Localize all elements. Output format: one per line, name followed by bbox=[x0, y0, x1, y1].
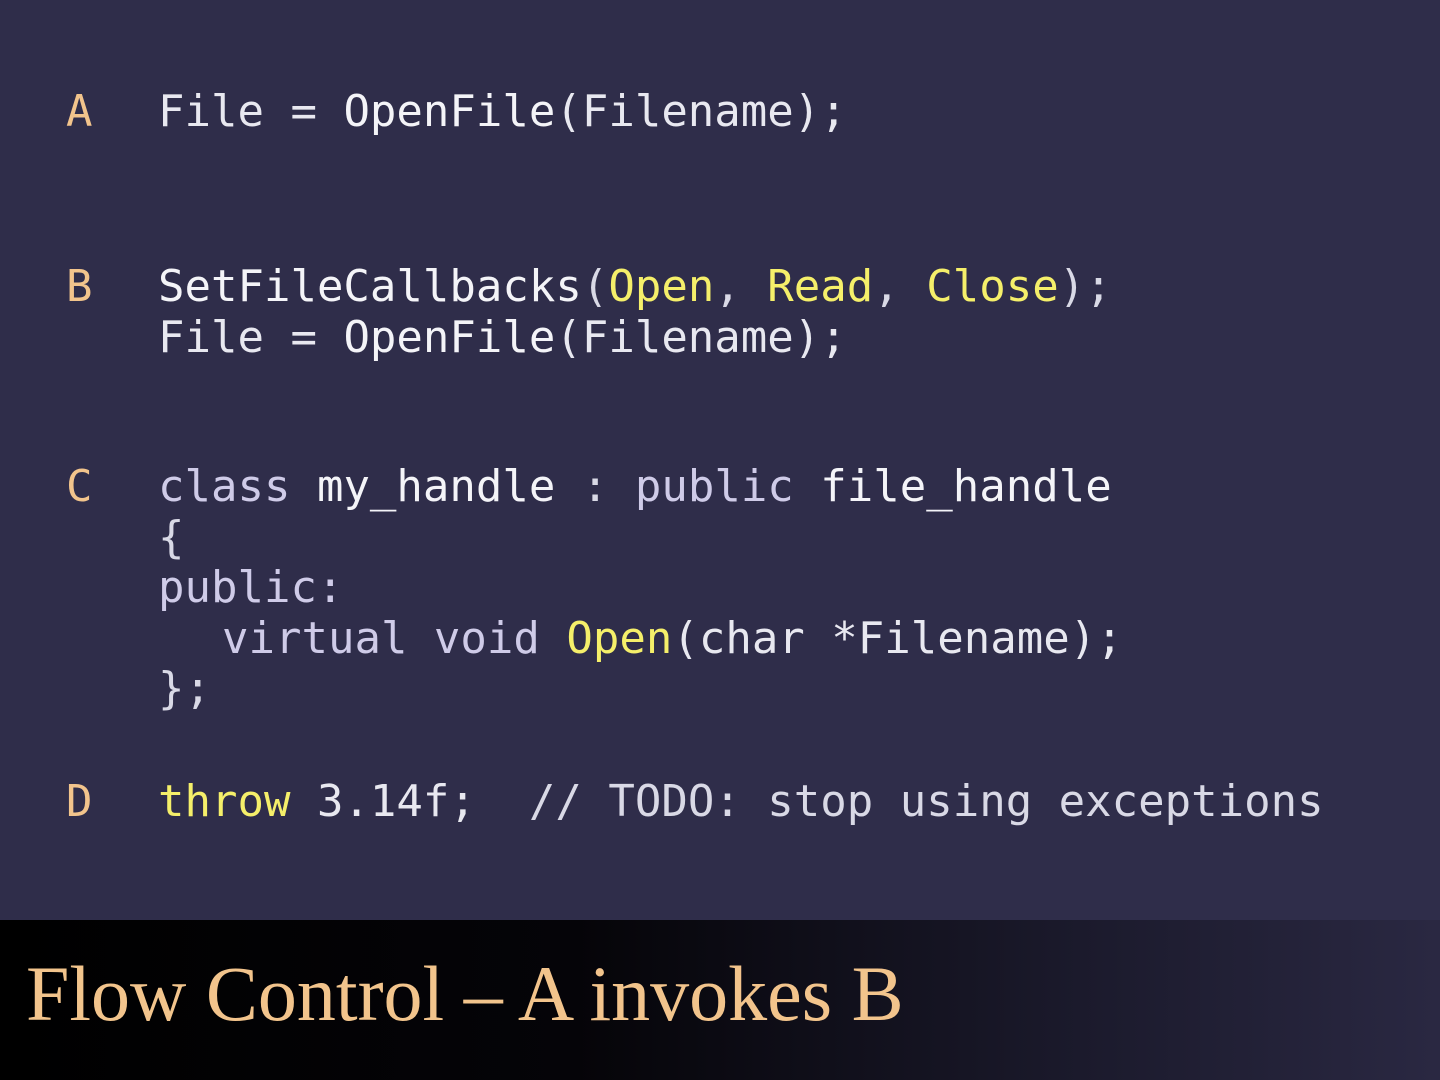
code-token: (char *Filename); bbox=[672, 612, 1123, 664]
code-token: , bbox=[873, 261, 927, 312]
block-label: B bbox=[66, 261, 93, 312]
code-token: file_handle bbox=[820, 461, 1112, 512]
block-label: A bbox=[66, 86, 93, 137]
code-lines: class my_handle : public file_handle{pub… bbox=[158, 462, 1123, 715]
code-token: Open bbox=[566, 612, 673, 664]
slide: A File = OpenFile(Filename); B SetFileCall… bbox=[0, 0, 1440, 1080]
code-token: class bbox=[158, 461, 317, 512]
code-lines: throw 3.14f; // TODO: stop using excepti… bbox=[158, 777, 1324, 828]
code-line: SetFileCallbacks(Open, Read, Close); bbox=[158, 262, 1112, 313]
code-line: virtual void Open(char *Filename); bbox=[158, 612, 1123, 665]
code-lines: File = OpenFile(Filename); bbox=[158, 87, 847, 138]
block-label: C bbox=[66, 461, 93, 512]
title-bar: Flow Control – A invokes B bbox=[0, 920, 1440, 1080]
code-token: public bbox=[634, 461, 821, 512]
block-label: D bbox=[66, 776, 93, 827]
code-token: my_handle bbox=[316, 461, 556, 512]
code-line: class my_handle : public file_handle bbox=[158, 462, 1123, 513]
code-token: , bbox=[714, 261, 768, 312]
code-line: File = OpenFile(Filename); bbox=[158, 87, 847, 138]
code-line: File = OpenFile(Filename); bbox=[158, 311, 1112, 364]
code-line: throw 3.14f; // TODO: stop using excepti… bbox=[158, 777, 1324, 828]
code-token: : bbox=[555, 461, 635, 512]
code-area: A File = OpenFile(Filename); B SetFileCall… bbox=[0, 0, 1440, 920]
code-token: OpenFile bbox=[343, 311, 556, 363]
code-token: File = bbox=[158, 86, 344, 137]
code-token: virtual void bbox=[222, 612, 567, 664]
code-line: { bbox=[158, 511, 1123, 564]
code-token: OpenFile bbox=[343, 86, 556, 137]
code-token: SetFileCallbacks bbox=[158, 261, 582, 312]
code-token: }; bbox=[158, 663, 211, 714]
code-token: Read bbox=[767, 261, 874, 312]
code-token: ); bbox=[1058, 261, 1112, 312]
code-token: File = bbox=[158, 311, 344, 363]
code-token: Close bbox=[926, 261, 1059, 312]
code-lines: SetFileCallbacks(Open, Read, Close); File… bbox=[158, 262, 1112, 363]
code-token: (Filename); bbox=[555, 86, 847, 137]
code-line: }; bbox=[158, 664, 1123, 715]
code-token: { bbox=[158, 511, 185, 563]
code-token: (Filename); bbox=[555, 311, 847, 363]
code-token: ( bbox=[581, 261, 609, 312]
code-token: Open bbox=[608, 261, 715, 312]
code-token: 3.14f; bbox=[290, 776, 529, 827]
code-token: // TODO: stop using exceptions bbox=[528, 776, 1324, 827]
slide-title: Flow Control – A invokes B bbox=[26, 950, 904, 1037]
code-line: public: bbox=[158, 563, 1123, 614]
code-token: public: bbox=[158, 562, 344, 613]
code-token: throw bbox=[158, 776, 291, 827]
